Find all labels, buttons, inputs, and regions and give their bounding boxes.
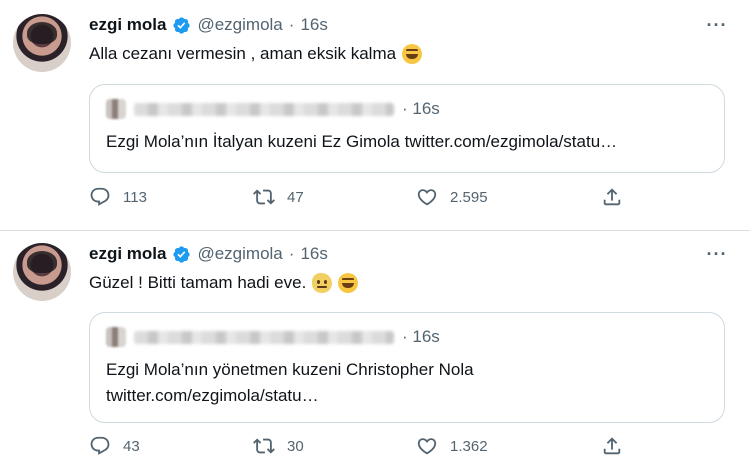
tweet-text-content: Güzel ! Bitti tamam hadi eve. [89,273,307,292]
reply-count: 113 [123,188,147,206]
quoted-text-line-1: Ezgi Mola’nın yönetmen kuzeni Christophe… [106,360,474,379]
tweet-header: ezgi mola @ezgimola · 16s [89,14,328,36]
blurred-avatar [106,99,126,119]
retweet-count: 47 [287,188,304,206]
like-count: 2.595 [450,188,488,206]
like-button[interactable]: 1.362 [416,435,488,457]
share-icon [603,437,621,455]
share-icon [603,188,621,206]
tweet-text: Alla cezanı vermesin , aman eksik kalma [89,44,423,64]
retweet-count: 30 [287,437,304,455]
quoted-tweet-time: · 16s [402,99,440,118]
tweet-text-content: Alla cezanı vermesin , aman eksik kalma [89,44,397,63]
author-name[interactable]: ezgi mola [89,15,166,35]
verified-badge-icon [173,245,191,263]
like-icon [417,438,437,455]
tweet-text: Güzel ! Bitti tamam hadi eve. [89,273,359,293]
reply-button[interactable]: 113 [89,186,147,208]
quoted-time-value: 16s [412,327,440,346]
tweet-actions: 43 30 1.362 [89,435,649,457]
separator-dot: · [288,15,295,34]
reply-icon [90,436,110,455]
avatar[interactable] [13,14,71,72]
separator-dot: · [288,244,295,263]
tweet-2[interactable]: ezgi mola @ezgimola · 16s ··· Güzel ! Bi… [0,230,750,473]
share-button[interactable] [601,435,623,457]
retweet-icon [253,438,275,454]
tweet-actions: 113 47 2.595 [89,186,649,208]
grinning-squinting-face-emoji [402,44,423,64]
blurred-avatar [106,327,126,347]
reply-icon [90,187,110,206]
like-count: 1.362 [450,437,488,455]
quoted-tweet[interactable]: · 16s Ezgi Mola’nın yönetmen kuzeni Chri… [89,312,725,423]
quoted-text-line-2: twitter.com/ezgimola/statu… [106,386,319,405]
woozy-face-emoji [312,273,333,293]
quoted-time-value: 16s [412,99,440,118]
more-options-icon[interactable]: ··· [706,243,728,265]
more-options-icon[interactable]: ··· [706,14,728,36]
blurred-author [134,330,394,344]
tweet-time[interactable]: 16s [300,15,327,35]
avatar[interactable] [13,243,71,301]
author-name[interactable]: ezgi mola [89,244,166,264]
grinning-squinting-face-emoji [338,273,359,293]
tweet-time[interactable]: 16s [300,244,327,264]
like-icon [417,189,437,206]
reply-count: 43 [123,437,140,455]
tweet-1[interactable]: ezgi mola @ezgimola · 16s ··· Alla cezan… [0,0,750,230]
quoted-tweet-header: · 16s [106,99,440,119]
quoted-tweet-text: Ezgi Mola’nın yönetmen kuzeni Christophe… [106,357,708,409]
author-handle[interactable]: @ezgimola [197,244,282,264]
reply-button[interactable]: 43 [89,435,140,457]
retweet-icon [253,189,275,205]
retweet-button[interactable]: 47 [253,186,304,208]
quoted-tweet-text: Ezgi Mola’nın İtalyan kuzeni Ez Gimola t… [106,132,618,151]
quoted-tweet-header: · 16s [106,327,440,347]
author-handle[interactable]: @ezgimola [197,15,282,35]
tweet-header: ezgi mola @ezgimola · 16s [89,243,328,265]
share-button[interactable] [601,186,623,208]
blurred-author [134,102,394,116]
verified-badge-icon [173,16,191,34]
quoted-tweet-time: · 16s [402,327,440,346]
quoted-tweet[interactable]: · 16s Ezgi Mola’nın İtalyan kuzeni Ez Gi… [89,84,725,173]
retweet-button[interactable]: 30 [253,435,304,457]
like-button[interactable]: 2.595 [416,186,488,208]
